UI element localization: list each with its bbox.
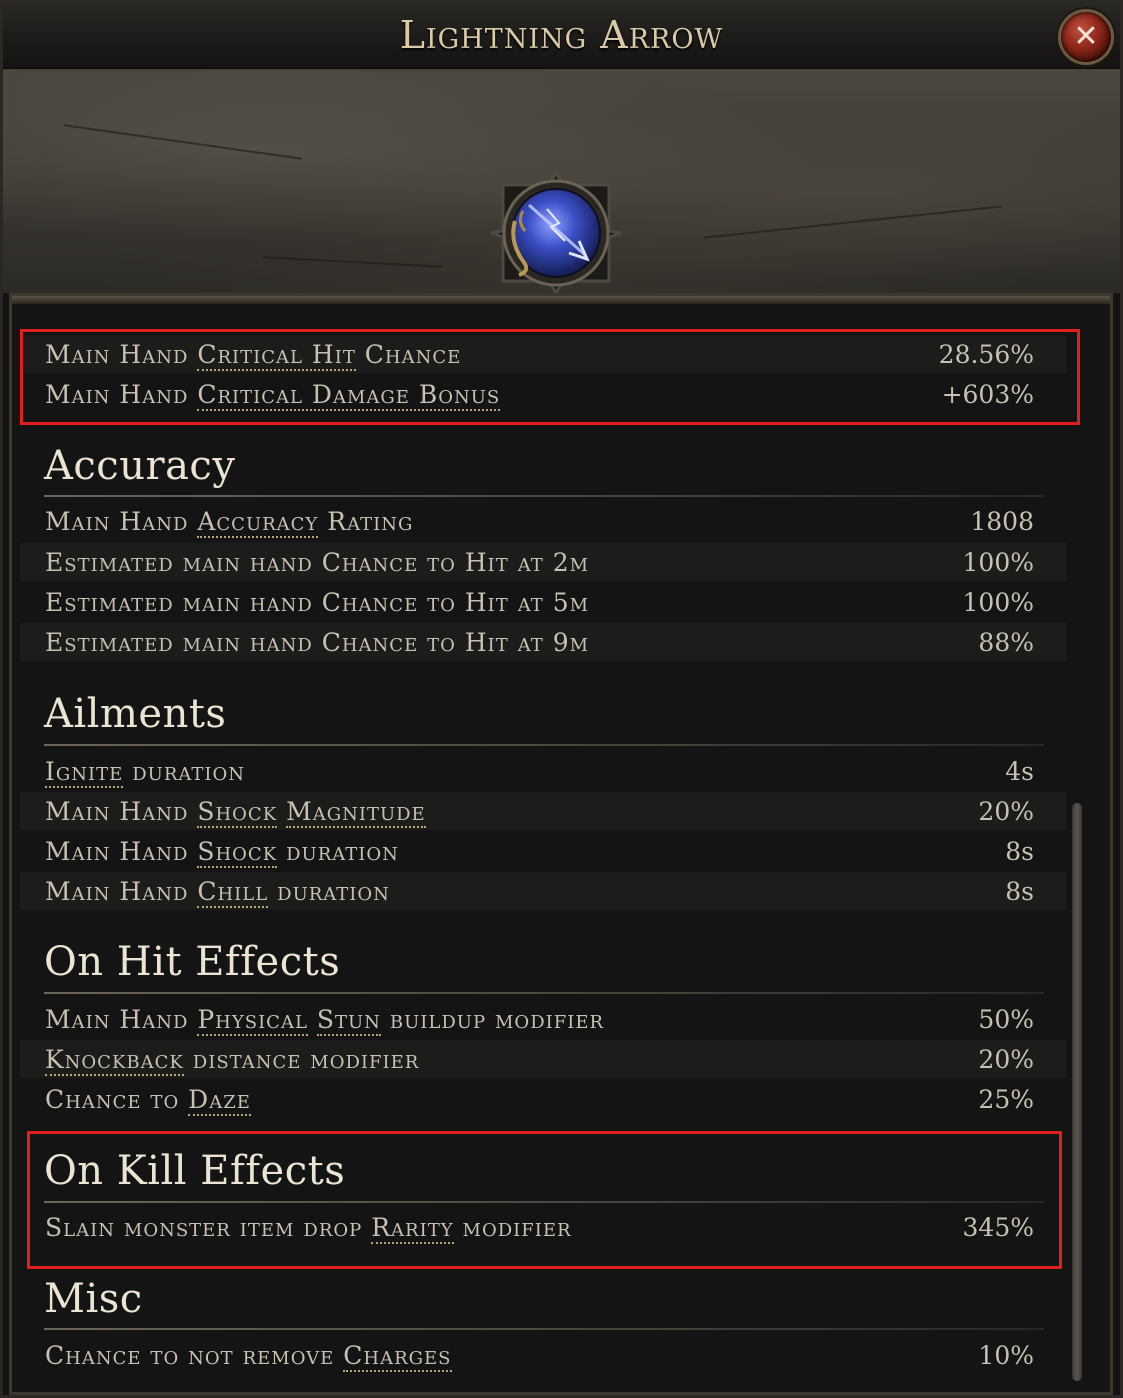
section-divider — [44, 495, 1044, 497]
stat-value: 50% — [978, 1004, 1034, 1034]
stat-row[interactable]: Main Hand Physical Stun buildup modifier… — [20, 1000, 1066, 1038]
stat-label: Main Hand Accuracy Rating — [45, 506, 414, 538]
stat-value: 10% — [978, 1340, 1034, 1370]
keyword-link[interactable]: Charges — [343, 1340, 452, 1372]
stat-label: Ignite duration — [45, 756, 246, 788]
lightning-arrow-gem-icon — [490, 171, 622, 295]
section-heading-ailments: Ailments — [44, 691, 227, 737]
keyword-link[interactable]: Chill — [197, 876, 269, 908]
window-title: Lightning Arrow — [399, 13, 724, 57]
stat-label: Main Hand Chill duration — [45, 876, 390, 908]
stat-value: 20% — [978, 796, 1034, 826]
stat-row[interactable]: Main Hand Chill duration 8s — [20, 872, 1066, 910]
stat-value: 25% — [978, 1084, 1034, 1114]
stat-label: Estimated main hand Chance to Hit at 9m — [45, 627, 590, 657]
keyword-link[interactable]: Daze — [188, 1084, 251, 1116]
keyword-link[interactable]: Physical — [197, 1004, 308, 1036]
stat-row[interactable]: Estimated main hand Chance to Hit at 5m … — [20, 583, 1066, 621]
clipped-row — [51, 305, 951, 321]
section-divider — [44, 992, 1044, 994]
stat-label: Chance to Daze — [45, 1084, 251, 1116]
stat-label: Main Hand Shock Magnitude — [45, 796, 426, 828]
section-heading-on-hit: On Hit Effects — [44, 939, 341, 985]
stat-value: 100% — [962, 547, 1034, 577]
stat-label: Knockback distance modifier — [45, 1044, 420, 1076]
stat-row[interactable]: Estimated main hand Chance to Hit at 9m … — [20, 623, 1066, 661]
highlight-box-crit — [20, 329, 1080, 425]
section-heading-accuracy: Accuracy — [44, 443, 236, 489]
stat-label: Main Hand Shock duration — [45, 836, 399, 868]
keyword-link[interactable]: Stun — [316, 1004, 381, 1036]
keyword-link[interactable]: Magnitude — [286, 796, 426, 828]
stat-row[interactable]: Estimated main hand Chance to Hit at 2m … — [20, 543, 1066, 581]
stat-value: 8s — [1005, 836, 1034, 866]
keyword-link[interactable]: Accuracy — [197, 506, 319, 538]
keyword-link[interactable]: Ignite — [45, 756, 124, 788]
section-divider — [44, 744, 1044, 746]
keyword-link[interactable]: Shock — [197, 836, 278, 868]
skill-header — [3, 71, 1120, 295]
section-heading-misc: Misc — [44, 1276, 143, 1322]
stat-row[interactable]: Knockback distance modifier 20% — [20, 1040, 1066, 1078]
stat-label: Chance to not remove Charges — [45, 1340, 452, 1372]
section-divider — [44, 1328, 1044, 1330]
keyword-link[interactable]: Shock — [197, 796, 278, 828]
close-button[interactable]: ✕ — [1058, 9, 1114, 65]
stat-value: 4s — [1005, 756, 1034, 786]
stat-row[interactable]: Chance to not remove Charges 10% — [20, 1336, 1066, 1374]
stat-value: 1808 — [970, 506, 1034, 536]
stat-row[interactable]: Main Hand Accuracy Rating 1808 — [20, 502, 1066, 540]
stat-value: 20% — [978, 1044, 1034, 1074]
stat-row[interactable]: Chance to Daze 25% — [20, 1080, 1066, 1118]
stat-value: 8s — [1005, 876, 1034, 906]
scrollbar-thumb[interactable] — [1072, 803, 1082, 1381]
stat-label: Estimated main hand Chance to Hit at 2m — [45, 547, 590, 577]
stat-value: 88% — [978, 627, 1034, 657]
stat-label: Main Hand Physical Stun buildup modifier — [45, 1004, 605, 1036]
highlight-box-on-kill — [27, 1131, 1062, 1269]
stat-label: Estimated main hand Chance to Hit at 5m — [45, 587, 590, 617]
stat-row[interactable]: Ignite duration 4s — [20, 752, 1066, 790]
stat-row[interactable]: Main Hand Shock duration 8s — [20, 832, 1066, 870]
skill-details-window: Lightning Arrow ✕ Main Hand Critical Hit… — [0, 0, 1123, 1398]
keyword-link[interactable]: Knockback — [45, 1044, 184, 1076]
stat-row[interactable]: Main Hand Shock Magnitude 20% — [20, 792, 1066, 830]
title-bar: Lightning Arrow ✕ — [3, 3, 1120, 71]
stat-value: 100% — [962, 587, 1034, 617]
